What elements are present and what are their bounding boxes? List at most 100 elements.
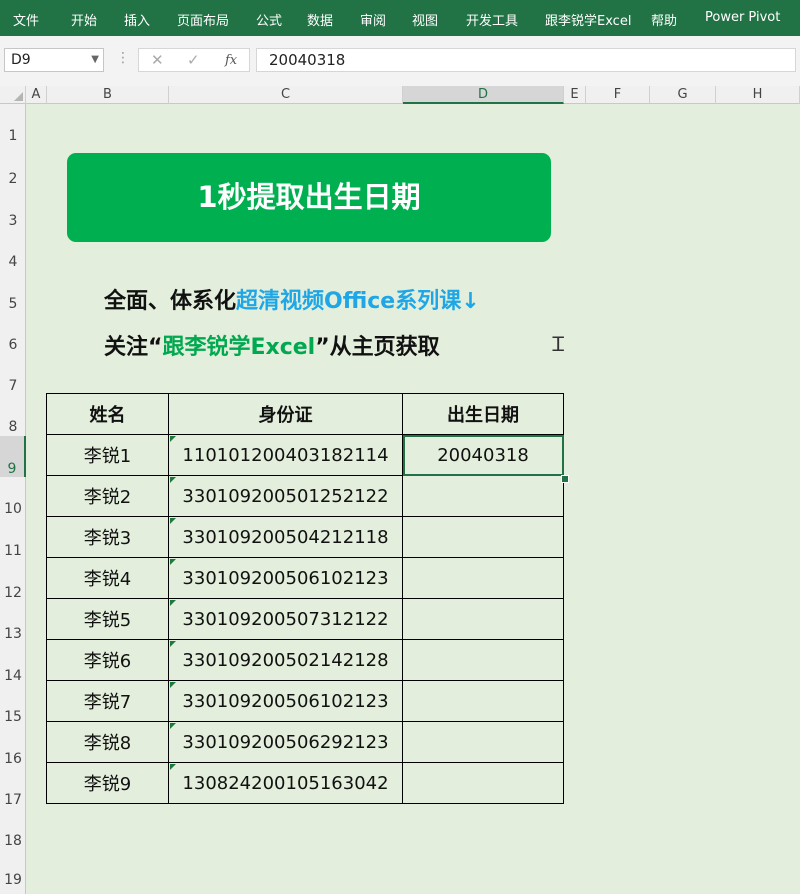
cell-id[interactable]: 110101200403182114: [168, 434, 403, 476]
cell-birth-date[interactable]: [402, 680, 564, 722]
promo-line-1-prefix: 全面、体系化: [104, 289, 237, 314]
select-all-button[interactable]: [0, 86, 26, 104]
fill-handle[interactable]: [561, 475, 569, 483]
tab-view[interactable]: 视图: [412, 10, 438, 29]
cell-name[interactable]: 李锐2: [46, 475, 169, 517]
table-row: 李锐4 330109200506102123: [46, 557, 564, 599]
cell-id[interactable]: 330109200504212118: [168, 516, 403, 558]
cell-name[interactable]: 李锐6: [46, 639, 169, 681]
tab-power-pivot[interactable]: Power Pivot: [705, 10, 780, 25]
row-header[interactable]: 15: [0, 709, 26, 725]
row-header[interactable]: 18: [0, 833, 26, 849]
cell-birth-date[interactable]: [402, 762, 564, 804]
row-header-selected[interactable]: 9: [0, 436, 26, 477]
cell-name[interactable]: 李锐7: [46, 680, 169, 722]
tab-insert[interactable]: 插入: [124, 10, 150, 29]
insert-function-icon[interactable]: fx: [225, 53, 237, 68]
row-header[interactable]: 5: [0, 296, 26, 312]
cell-birth-date[interactable]: [402, 598, 564, 640]
row-header[interactable]: 8: [0, 419, 26, 435]
table-row: 李锐7 330109200506102123: [46, 680, 564, 722]
row-header[interactable]: 12: [0, 585, 26, 601]
promo-line-2: 关注“跟李锐学Excel”从主页获取: [104, 329, 440, 361]
tab-formulas[interactable]: 公式: [256, 10, 282, 29]
table-row: 李锐3 330109200504212118: [46, 516, 564, 558]
cell-name[interactable]: 李锐9: [46, 762, 169, 804]
data-table: 姓名 身份证 出生日期 李锐1 110101200403182114 20040…: [46, 393, 564, 804]
cell-birth-date-active[interactable]: 20040318: [402, 434, 564, 476]
tab-file[interactable]: 文件: [13, 10, 39, 29]
row-header[interactable]: 4: [0, 254, 26, 270]
row-header[interactable]: 13: [0, 626, 26, 642]
cell-id[interactable]: 330109200506292123: [168, 721, 403, 763]
cell-birth-date[interactable]: [402, 516, 564, 558]
cell-birth-date[interactable]: [402, 721, 564, 763]
row-header[interactable]: 14: [0, 668, 26, 684]
formula-input[interactable]: 20040318: [256, 48, 796, 72]
table-row: 李锐2 330109200501252122: [46, 475, 564, 517]
tab-developer[interactable]: 开发工具: [466, 10, 518, 29]
cell-id[interactable]: 130824200105163042: [168, 762, 403, 804]
promo-line-1: 全面、体系化超清视频Office系列课↓: [104, 283, 480, 315]
header-id-card[interactable]: 身份证: [168, 393, 403, 435]
cell-name[interactable]: 李锐3: [46, 516, 169, 558]
tab-home[interactable]: 开始: [71, 10, 97, 29]
header-name[interactable]: 姓名: [46, 393, 169, 435]
column-header-c[interactable]: C: [169, 86, 403, 104]
cell-name[interactable]: 李锐8: [46, 721, 169, 763]
cell-id[interactable]: 330109200502142128: [168, 639, 403, 681]
cell-birth-date[interactable]: [402, 475, 564, 517]
promo-line-1-highlight: 超清视频Office系列课↓: [236, 289, 480, 314]
table-row: 李锐9 130824200105163042: [46, 762, 564, 804]
formula-bar-row: D9 ▼ ⋮ ✕ ✓ fx 20040318: [0, 36, 800, 87]
tab-custom-excel[interactable]: 跟李锐学Excel: [545, 10, 631, 29]
column-header-h[interactable]: H: [716, 86, 800, 104]
column-header-e[interactable]: E: [564, 86, 586, 104]
formula-buttons: ✕ ✓ fx: [138, 48, 250, 72]
table-row: 李锐5 330109200507312122: [46, 598, 564, 640]
row-header[interactable]: 6: [0, 337, 26, 353]
tab-review[interactable]: 审阅: [360, 10, 386, 29]
confirm-icon[interactable]: ✓: [187, 51, 200, 69]
cell-id[interactable]: 330109200506102123: [168, 680, 403, 722]
row-header[interactable]: 3: [0, 213, 26, 229]
table-row: 李锐1 110101200403182114 20040318: [46, 434, 564, 476]
column-header-a[interactable]: A: [26, 86, 47, 104]
row-header[interactable]: 2: [0, 171, 26, 187]
promo-line-2-highlight: 跟李锐学Excel: [162, 335, 316, 360]
cancel-icon[interactable]: ✕: [151, 51, 164, 69]
promo-line-2-suffix: ”从主页获取: [315, 335, 440, 360]
column-header-f[interactable]: F: [586, 86, 650, 104]
cell-id[interactable]: 330109200506102123: [168, 557, 403, 599]
cell-name[interactable]: 李锐4: [46, 557, 169, 599]
row-header[interactable]: 10: [0, 501, 26, 517]
title-banner: 1秒提取出生日期: [67, 153, 551, 242]
table-row: 李锐6 330109200502142128: [46, 639, 564, 681]
name-box[interactable]: D9 ▼: [4, 48, 104, 72]
column-header-d[interactable]: D: [403, 86, 564, 104]
tab-help[interactable]: 帮助: [651, 10, 677, 29]
tab-page-layout[interactable]: 页面布局: [177, 10, 229, 29]
header-birth-date[interactable]: 出生日期: [402, 393, 564, 435]
row-header[interactable]: 17: [0, 792, 26, 808]
more-options-icon: ⋮: [116, 50, 130, 66]
table-row: 李锐8 330109200506292123: [46, 721, 564, 763]
row-header[interactable]: 1: [0, 128, 26, 144]
cell-birth-date[interactable]: [402, 557, 564, 599]
row-header[interactable]: 19: [0, 872, 26, 888]
table-header-row: 姓名 身份证 出生日期: [46, 393, 564, 435]
row-header[interactable]: 16: [0, 751, 26, 767]
column-header-b[interactable]: B: [47, 86, 169, 104]
cell-name[interactable]: 李锐5: [46, 598, 169, 640]
cell-id[interactable]: 330109200507312122: [168, 598, 403, 640]
row-header[interactable]: 7: [0, 378, 26, 394]
promo-line-2-prefix: 关注“: [104, 335, 163, 360]
tab-data[interactable]: 数据: [307, 10, 333, 29]
column-header-g[interactable]: G: [650, 86, 716, 104]
cell-id[interactable]: 330109200501252122: [168, 475, 403, 517]
cell-birth-date[interactable]: [402, 639, 564, 681]
cell-name[interactable]: 李锐1: [46, 434, 169, 476]
chevron-down-icon[interactable]: ▼: [91, 49, 99, 71]
row-header[interactable]: 11: [0, 543, 26, 559]
text-cursor-icon: Ꮖ: [552, 332, 566, 356]
